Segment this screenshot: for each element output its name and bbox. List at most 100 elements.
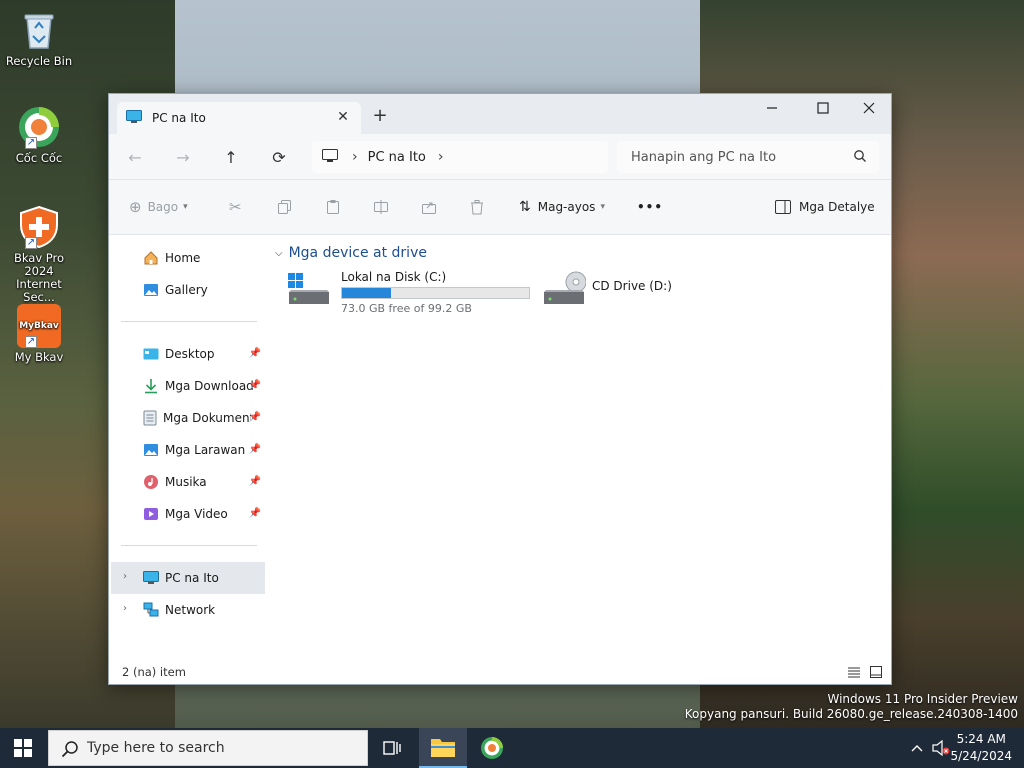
show-hidden-icons-button[interactable] bbox=[910, 728, 924, 768]
search-icon bbox=[853, 149, 867, 167]
copy-button[interactable] bbox=[277, 196, 293, 218]
sidebar-item-label: Gallery bbox=[165, 283, 208, 297]
task-view-button[interactable] bbox=[368, 728, 416, 768]
sidebar-item-desktop[interactable]: Desktop 📌 bbox=[111, 338, 265, 370]
copy-icon bbox=[278, 200, 291, 214]
share-button[interactable] bbox=[421, 196, 437, 218]
bkav-shield-icon: ↗ bbox=[17, 205, 61, 249]
sidebar-item-downloads[interactable]: Mga Download 📌 bbox=[111, 370, 265, 402]
volume-muted-icon bbox=[932, 740, 950, 756]
desktop-icon-my-bkav[interactable]: MyBkav ↗ My Bkav bbox=[4, 304, 74, 364]
close-window-button[interactable] bbox=[846, 94, 892, 122]
desktop-icon-label: Bkav Pro 2024 Internet Sec... bbox=[13, 251, 65, 304]
expand-chevron-icon[interactable]: › bbox=[123, 571, 127, 582]
details-pane-icon bbox=[775, 200, 791, 214]
up-arrow-icon[interactable]: ↑ bbox=[219, 146, 243, 170]
details-view-icon[interactable] bbox=[847, 665, 861, 679]
breadcrumb-chevron-icon[interactable]: › bbox=[438, 149, 444, 165]
volume-button[interactable] bbox=[932, 728, 950, 768]
title-bar: PC na Ito ✕ + bbox=[109, 94, 891, 134]
rename-icon bbox=[374, 200, 388, 214]
sidebar-item-videos[interactable]: Mga Video 📌 bbox=[111, 498, 265, 530]
close-tab-icon[interactable]: ✕ bbox=[335, 109, 351, 125]
documents-icon bbox=[143, 410, 157, 426]
this-pc-icon bbox=[143, 571, 159, 584]
sidebar-item-home[interactable]: Home bbox=[111, 242, 265, 274]
sidebar-item-documents[interactable]: Mga Dokumento 📌 bbox=[111, 402, 265, 434]
sidebar-item-label: Mga Download bbox=[165, 379, 253, 393]
taskbar-search-placeholder: Type here to search bbox=[87, 740, 225, 756]
expand-chevron-icon[interactable]: › bbox=[123, 603, 127, 614]
tiles-view-icon[interactable] bbox=[869, 665, 883, 679]
back-arrow-icon[interactable]: ← bbox=[123, 146, 147, 170]
rename-button[interactable] bbox=[373, 196, 389, 218]
sort-button[interactable]: ⇅ Mag-ayos ▾ bbox=[519, 196, 605, 218]
drive-item-d[interactable]: CD Drive (D:) bbox=[542, 270, 672, 308]
windows-logo-icon bbox=[14, 739, 32, 757]
taskbar-search-box[interactable]: Type here to search bbox=[48, 730, 368, 766]
sidebar-item-label: Network bbox=[165, 603, 216, 617]
file-explorer-taskbar-button[interactable] bbox=[419, 728, 467, 768]
coc-coc-taskbar-button[interactable] bbox=[468, 728, 516, 768]
address-bar[interactable]: › PC na Ito › bbox=[312, 141, 608, 173]
clipboard-icon bbox=[327, 200, 339, 214]
sidebar-item-pictures[interactable]: Mga Larawan 📌 bbox=[111, 434, 265, 466]
command-bar: ⊕ Bago ▾ ✂ ⇅ Mag-ayos ▾ ••• Mga Detalye bbox=[109, 180, 891, 235]
coc-coc-icon bbox=[481, 737, 503, 759]
search-input[interactable]: Hanapin ang PC na Ito bbox=[617, 141, 879, 173]
search-icon bbox=[61, 740, 79, 762]
sidebar-item-music[interactable]: Musika 📌 bbox=[111, 466, 265, 498]
start-button[interactable] bbox=[14, 739, 32, 760]
item-count: 2 (na) item bbox=[122, 665, 186, 679]
desktop-icon-coc-coc[interactable]: ↗ Cốc Cốc bbox=[4, 105, 74, 165]
group-header-label: Mga device at drive bbox=[288, 245, 427, 261]
videos-icon bbox=[144, 508, 158, 520]
group-header-devices[interactable]: ⌵ Mga device at drive bbox=[275, 245, 427, 261]
share-icon bbox=[422, 202, 436, 214]
minimize-button[interactable] bbox=[749, 94, 795, 122]
sidebar-item-network[interactable]: › Network bbox=[111, 594, 265, 626]
drive-usage-bar bbox=[341, 287, 530, 299]
maximize-button[interactable] bbox=[800, 94, 846, 122]
sidebar-item-this-pc[interactable]: › PC na Ito bbox=[111, 562, 265, 594]
details-pane-button[interactable]: Mga Detalye bbox=[775, 196, 875, 218]
pin-icon: 📌 bbox=[248, 348, 261, 359]
sidebar-item-gallery[interactable]: Gallery bbox=[111, 274, 265, 306]
breadcrumb-chevron-icon[interactable]: › bbox=[352, 149, 358, 165]
windows-watermark: Windows 11 Pro Insider Preview Kopyang p… bbox=[685, 692, 1018, 722]
chevron-up-icon bbox=[911, 745, 923, 752]
add-circle-icon: ⊕ bbox=[129, 198, 142, 216]
breadcrumb-this-pc[interactable]: PC na Ito bbox=[368, 150, 426, 165]
taskbar: Type here to search 5:24 AM 5/24/2024 bbox=[0, 728, 1024, 768]
drive-name: CD Drive (D:) bbox=[592, 279, 672, 293]
task-view-icon bbox=[383, 741, 401, 755]
download-icon bbox=[145, 379, 157, 394]
tab-this-pc[interactable]: PC na Ito ✕ bbox=[117, 102, 361, 134]
desktop-icon-recycle-bin[interactable]: Recycle Bin bbox=[4, 8, 74, 68]
sidebar-divider bbox=[121, 545, 257, 546]
gallery-icon bbox=[144, 284, 158, 296]
sort-label: Mag-ayos bbox=[537, 200, 596, 214]
search-placeholder: Hanapin ang PC na Ito bbox=[631, 149, 777, 165]
pin-icon: 📌 bbox=[248, 508, 261, 519]
music-icon bbox=[144, 475, 158, 489]
refresh-icon[interactable]: ⟳ bbox=[267, 146, 291, 170]
paste-button[interactable] bbox=[325, 196, 341, 218]
more-options-button[interactable]: ••• bbox=[637, 196, 663, 218]
new-button[interactable]: ⊕ Bago ▾ bbox=[129, 196, 188, 218]
pin-icon: 📌 bbox=[248, 444, 261, 455]
trash-icon bbox=[471, 200, 483, 215]
sidebar-divider bbox=[121, 321, 257, 322]
desktop-icon-bkav-pro[interactable]: ↗ Bkav Pro 2024 Internet Sec... bbox=[4, 205, 74, 304]
this-pc-icon bbox=[126, 109, 142, 127]
drive-item-c[interactable]: Lokal na Disk (C:) 73.0 GB free of 99.2 … bbox=[287, 270, 530, 315]
forward-arrow-icon[interactable]: → bbox=[171, 146, 195, 170]
collapse-chevron-icon[interactable]: ⌵ bbox=[275, 248, 283, 259]
cut-button[interactable]: ✂ bbox=[229, 196, 242, 218]
watermark-line2: Kopyang pansuri. Build 26080.ge_release.… bbox=[684, 707, 1018, 721]
home-icon bbox=[144, 251, 158, 265]
delete-button[interactable] bbox=[469, 196, 485, 218]
system-clock[interactable]: 5:24 AM 5/24/2024 bbox=[950, 731, 1012, 765]
shortcut-arrow-icon: ↗ bbox=[25, 237, 37, 249]
new-tab-icon[interactable]: + bbox=[371, 107, 389, 125]
